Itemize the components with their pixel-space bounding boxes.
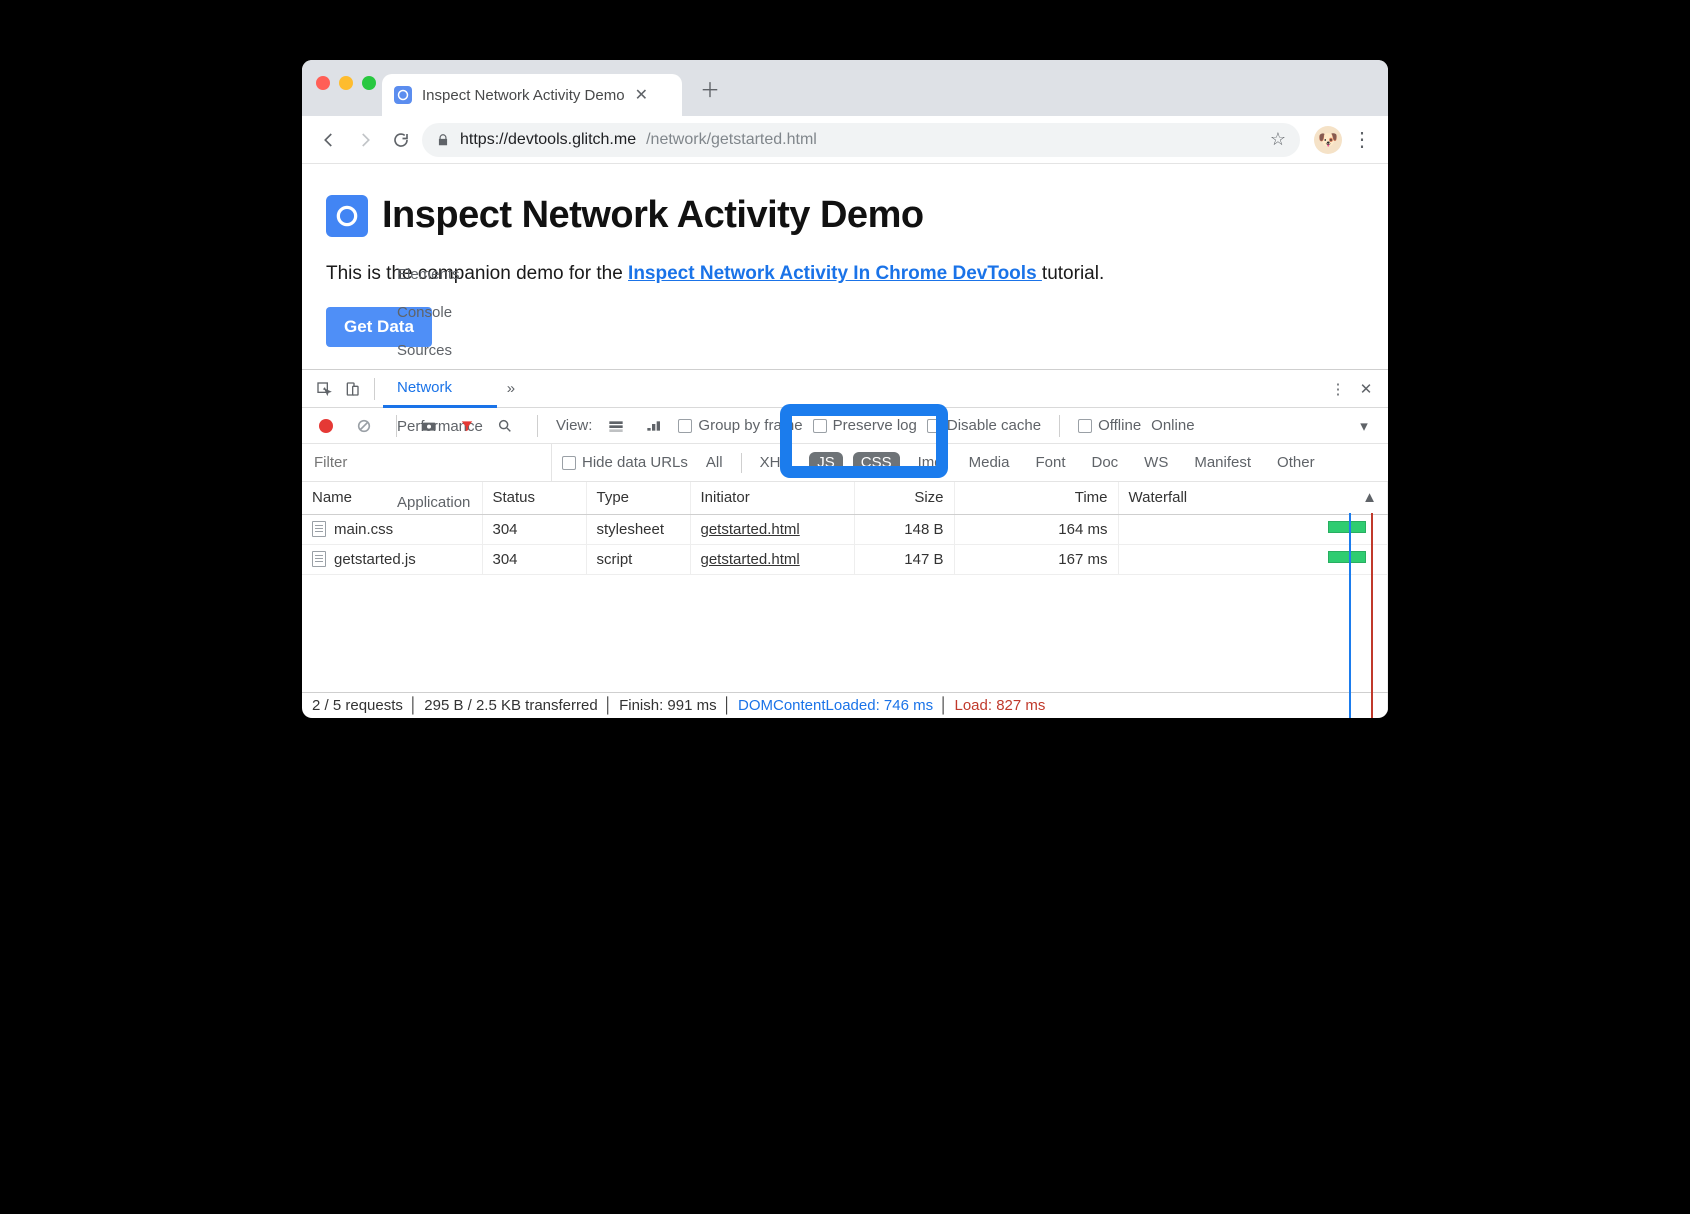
inspect-element-icon[interactable] xyxy=(310,375,338,403)
browser-window: Inspect Network Activity Demo ✕ ＋ https:… xyxy=(302,60,1388,718)
devtools-tabstrip: ElementsConsoleSourcesNetworkPerformance… xyxy=(302,370,1388,408)
lock-icon xyxy=(436,133,450,147)
more-tabs-icon[interactable]: » xyxy=(497,375,525,403)
filter-type-manifest[interactable]: Manifest xyxy=(1186,452,1259,473)
devtools-tab-elements[interactable]: Elements xyxy=(383,256,497,294)
devtools-tab-sources[interactable]: Sources xyxy=(383,332,497,370)
maximize-window-button[interactable] xyxy=(362,76,376,90)
back-button[interactable] xyxy=(314,125,344,155)
close-window-button[interactable] xyxy=(316,76,330,90)
column-status[interactable]: Status xyxy=(482,482,586,514)
page-logo-icon xyxy=(326,195,368,237)
filter-type-doc[interactable]: Doc xyxy=(1083,452,1126,473)
url-path: /network/getstarted.html xyxy=(646,131,817,149)
url-host: https://devtools.glitch.me xyxy=(460,131,636,149)
status-requests: 2 / 5 requests xyxy=(312,697,403,714)
disable-cache-checkbox[interactable]: Disable cache xyxy=(927,417,1041,434)
filter-input[interactable] xyxy=(302,444,552,481)
large-rows-icon[interactable] xyxy=(602,412,630,440)
filter-type-css[interactable]: CSS xyxy=(853,452,900,473)
column-initiator[interactable]: Initiator xyxy=(690,482,854,514)
filter-type-all[interactable]: All xyxy=(698,452,731,473)
browser-toolbar: https://devtools.glitch.me/network/getst… xyxy=(302,116,1388,164)
preserve-log-checkbox[interactable]: Preserve log xyxy=(813,417,917,434)
view-label: View: xyxy=(556,417,592,434)
devtools-close-icon[interactable]: ✕ xyxy=(1352,375,1380,403)
offline-checkbox[interactable]: Offline xyxy=(1078,417,1141,434)
filter-type-ws[interactable]: WS xyxy=(1136,452,1176,473)
tab-favicon-icon xyxy=(394,86,412,104)
browser-tab[interactable]: Inspect Network Activity Demo ✕ xyxy=(382,74,682,116)
file-icon xyxy=(312,551,326,567)
forward-button[interactable] xyxy=(350,125,380,155)
network-filter-row: Hide data URLs All XHR JS CSS Img Media Font Do… xyxy=(302,444,1388,482)
reload-button[interactable] xyxy=(386,125,416,155)
search-icon[interactable] xyxy=(491,412,519,440)
titlebar: Inspect Network Activity Demo ✕ ＋ xyxy=(302,60,1388,116)
status-transferred: 295 B / 2.5 KB transferred xyxy=(424,697,597,714)
column-time[interactable]: Time xyxy=(954,482,1118,514)
status-load: Load: 827 ms xyxy=(955,697,1046,714)
address-bar[interactable]: https://devtools.glitch.me/network/getst… xyxy=(422,123,1300,157)
column-waterfall[interactable]: Waterfall▲ xyxy=(1118,482,1388,514)
network-controls: View: Group by frame Preserve log Disabl… xyxy=(302,408,1388,444)
filter-type-img[interactable]: Img xyxy=(910,452,951,473)
record-button[interactable] xyxy=(312,412,340,440)
window-controls xyxy=(316,76,376,90)
hide-data-urls-checkbox[interactable]: Hide data URLs xyxy=(562,454,688,471)
minimize-window-button[interactable] xyxy=(339,76,353,90)
capture-screenshots-icon[interactable] xyxy=(415,412,443,440)
devtools-tab-application[interactable]: Application xyxy=(383,484,497,522)
filter-toggle-icon[interactable] xyxy=(453,412,481,440)
devtools-tab-network[interactable]: Network xyxy=(383,370,497,408)
devtools-panel: ElementsConsoleSourcesNetworkPerformance… xyxy=(302,369,1388,718)
network-settings-dropdown-icon[interactable]: ▾ xyxy=(1350,412,1378,440)
status-dcl: DOMContentLoaded: 746 ms xyxy=(738,697,933,714)
status-finish: Finish: 991 ms xyxy=(619,697,717,714)
filter-type-font[interactable]: Font xyxy=(1027,452,1073,473)
filter-type-xhr[interactable]: XHR xyxy=(752,452,800,473)
devtools-menu-icon[interactable]: ⋮ xyxy=(1324,375,1352,403)
filter-type-js[interactable]: JS xyxy=(809,452,843,473)
filter-type-other[interactable]: Other xyxy=(1269,452,1323,473)
overview-icon[interactable] xyxy=(640,412,668,440)
page-heading: Inspect Network Activity Demo xyxy=(382,194,924,237)
group-by-frame-checkbox[interactable]: Group by frame xyxy=(678,417,802,434)
devtools-tab-console[interactable]: Console xyxy=(383,294,497,332)
column-size[interactable]: Size xyxy=(854,482,954,514)
bookmark-star-icon[interactable]: ☆ xyxy=(1270,129,1286,150)
tab-close-button[interactable]: ✕ xyxy=(635,85,648,105)
clear-button[interactable] xyxy=(350,412,378,440)
tab-title: Inspect Network Activity Demo xyxy=(422,87,625,104)
column-type[interactable]: Type xyxy=(586,482,690,514)
table-row[interactable]: getstarted.js304scriptgetstarted.html147… xyxy=(302,544,1388,574)
filter-type-media[interactable]: Media xyxy=(961,452,1018,473)
chrome-menu-button[interactable]: ⋮ xyxy=(1348,127,1376,152)
online-select[interactable]: Online xyxy=(1151,417,1194,434)
tutorial-link[interactable]: Inspect Network Activity In Chrome DevTo… xyxy=(628,263,1042,284)
toggle-device-icon[interactable] xyxy=(338,375,366,403)
file-icon xyxy=(312,521,326,537)
new-tab-button[interactable]: ＋ xyxy=(694,72,726,104)
profile-avatar[interactable]: 🐶 xyxy=(1314,126,1342,154)
